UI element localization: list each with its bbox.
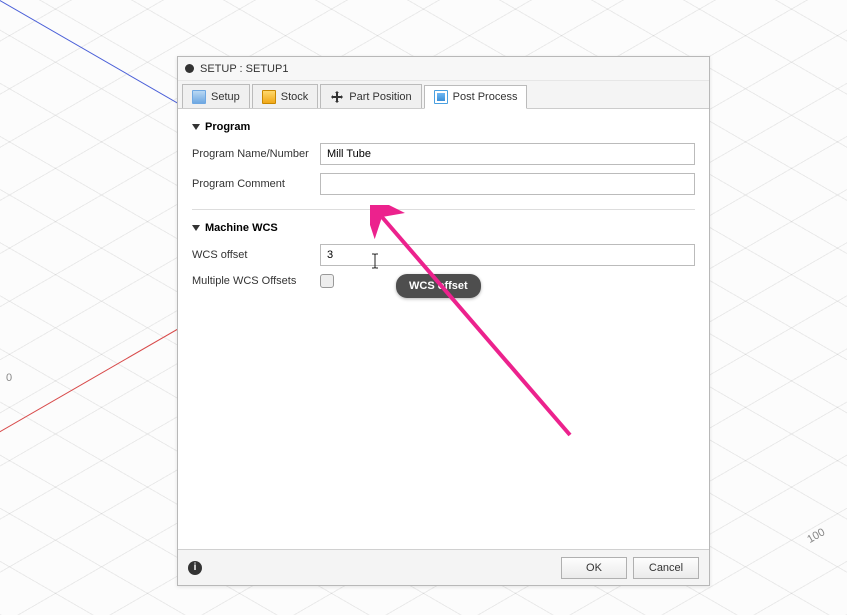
wcs-offset-label: WCS offset (192, 249, 320, 261)
tab-post-process[interactable]: Post Process (424, 85, 528, 109)
row-program-name: Program Name/Number (192, 139, 695, 169)
tab-label: Stock (281, 91, 309, 103)
info-icon[interactable]: i (188, 561, 202, 575)
tab-label: Part Position (349, 91, 411, 103)
move-icon (330, 90, 344, 104)
ok-button[interactable]: OK (561, 557, 627, 579)
section-header-program[interactable]: Program (192, 117, 695, 139)
chevron-down-icon (192, 225, 200, 231)
cancel-button[interactable]: Cancel (633, 557, 699, 579)
post-process-icon (434, 90, 448, 104)
tab-bar: Setup Stock Part Position Post Process (178, 81, 709, 109)
tab-label: Post Process (453, 91, 518, 103)
program-name-input[interactable] (320, 143, 695, 165)
grid-tick-0: 0 (6, 372, 12, 384)
section-program: Program Program Name/Number Program Comm… (192, 109, 695, 210)
tab-part-position[interactable]: Part Position (320, 84, 421, 108)
program-comment-label: Program Comment (192, 178, 320, 190)
row-wcs-offset: WCS offset (192, 240, 695, 270)
tooltip-wcs-offset: WCS offset (396, 274, 481, 298)
chevron-down-icon (192, 124, 200, 130)
section-title: Program (205, 121, 250, 133)
collapse-icon[interactable] (185, 64, 194, 73)
section-header-machine-wcs[interactable]: Machine WCS (192, 218, 695, 240)
text-cursor-icon (369, 253, 381, 269)
tab-setup[interactable]: Setup (182, 84, 250, 108)
multiple-wcs-checkbox[interactable] (320, 274, 334, 288)
tab-label: Setup (211, 91, 240, 103)
dialog-title: SETUP : SETUP1 (200, 63, 288, 75)
dialog-body: Program Program Name/Number Program Comm… (178, 109, 709, 549)
dialog-footer: i OK Cancel (178, 549, 709, 585)
tab-stock[interactable]: Stock (252, 84, 319, 108)
section-title: Machine WCS (205, 222, 278, 234)
row-program-comment: Program Comment (192, 169, 695, 199)
program-comment-input[interactable] (320, 173, 695, 195)
program-name-label: Program Name/Number (192, 148, 320, 160)
setup-icon (192, 90, 206, 104)
multiple-wcs-label: Multiple WCS Offsets (192, 275, 320, 287)
stock-icon (262, 90, 276, 104)
dialog-titlebar[interactable]: SETUP : SETUP1 (178, 57, 709, 81)
setup-dialog: SETUP : SETUP1 Setup Stock Part Position… (177, 56, 710, 586)
